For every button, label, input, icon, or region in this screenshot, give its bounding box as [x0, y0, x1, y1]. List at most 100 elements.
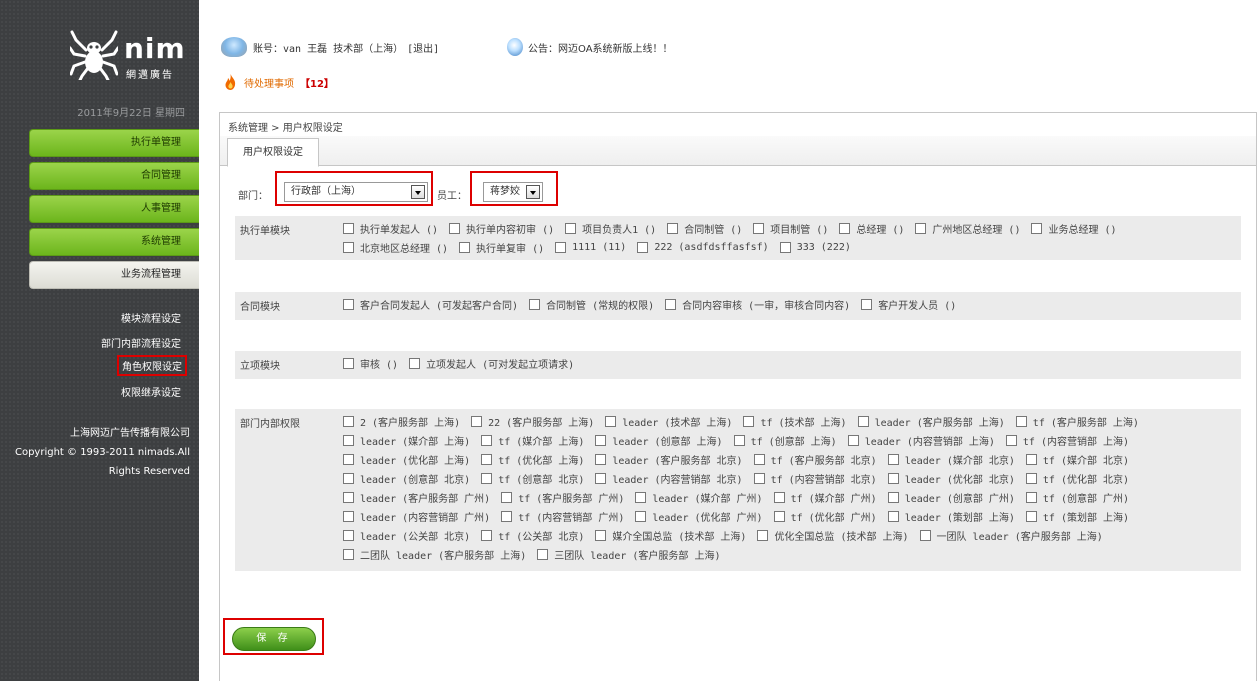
permission-option[interactable]: tf (内容营销部 广州) [501, 508, 624, 524]
permission-checkbox[interactable] [501, 491, 513, 503]
permission-option[interactable]: 三团队 leader (客户服务部 上海) [537, 546, 720, 562]
permission-option[interactable]: 项目制管 () [753, 220, 828, 236]
permission-option[interactable]: leader (策划部 上海) [887, 508, 1015, 524]
permission-checkbox[interactable] [915, 222, 927, 234]
permission-option[interactable]: tf (媒介部 北京) [1025, 451, 1129, 467]
permission-checkbox[interactable] [1015, 415, 1027, 427]
permission-checkbox[interactable] [757, 529, 769, 541]
permission-option[interactable]: 立项发起人 (可对发起立项请求) [409, 355, 574, 371]
logout-link[interactable]: [退出] [407, 40, 439, 55]
permission-option[interactable]: tf (优化部 上海) [481, 451, 584, 467]
permission-checkbox[interactable] [343, 222, 354, 234]
permission-checkbox[interactable] [529, 298, 541, 310]
permission-checkbox[interactable] [667, 222, 679, 234]
permission-checkbox[interactable] [887, 491, 899, 503]
permission-checkbox[interactable] [733, 434, 745, 446]
permission-option[interactable]: 22 (客户服务部 上海) [471, 413, 594, 429]
permission-checkbox[interactable] [343, 241, 354, 253]
permission-checkbox[interactable] [839, 222, 851, 234]
permission-checkbox[interactable] [449, 222, 461, 234]
permission-checkbox[interactable] [665, 298, 677, 310]
permission-checkbox[interactable] [779, 241, 791, 253]
permission-option[interactable]: leader (媒介部 广州) [635, 489, 763, 505]
menu-business-process[interactable]: 业务流程管理 [29, 261, 199, 289]
permission-option[interactable]: leader (内容营销部 广州) [343, 508, 490, 524]
permission-checkbox[interactable] [887, 453, 899, 465]
permission-option[interactable]: 项目负责人1 () [565, 220, 656, 236]
permission-option[interactable]: 1111 (11) [555, 239, 626, 255]
permission-checkbox[interactable] [773, 491, 785, 503]
permission-checkbox[interactable] [753, 472, 765, 484]
permission-checkbox[interactable] [861, 298, 873, 310]
permission-option[interactable]: 合同制管 () [667, 220, 742, 236]
permission-option[interactable]: leader (优化部 广州) [635, 508, 763, 524]
tab-user-permission[interactable]: 用户权限设定 [227, 138, 319, 167]
permission-checkbox[interactable] [595, 472, 607, 484]
permission-checkbox[interactable] [501, 510, 513, 522]
permission-option[interactable]: leader (媒介部 北京) [887, 451, 1015, 467]
permission-checkbox[interactable] [753, 222, 765, 234]
submenu-dept-process[interactable]: 部门内部流程设定 [101, 335, 181, 350]
permission-option[interactable]: leader (内容营销部 上海) [847, 432, 995, 448]
permission-checkbox[interactable] [635, 510, 647, 522]
submenu-module-process[interactable]: 模块流程设定 [121, 310, 181, 325]
permission-checkbox[interactable] [343, 548, 354, 560]
menu-system[interactable]: 系统管理 [29, 228, 199, 256]
permission-checkbox[interactable] [537, 548, 549, 560]
permission-checkbox[interactable] [481, 453, 493, 465]
dept-select[interactable]: 行政部（上海） [284, 182, 428, 202]
menu-hr[interactable]: 人事管理 [29, 195, 199, 223]
permission-checkbox[interactable] [1025, 510, 1037, 522]
permission-checkbox[interactable] [919, 529, 931, 541]
permission-option[interactable]: 业务总经理 () [1031, 220, 1117, 236]
permission-option[interactable]: tf (客户服务部 北京) [753, 451, 877, 467]
permission-checkbox[interactable] [773, 510, 785, 522]
permission-option[interactable]: 执行单发起人 () [343, 220, 438, 236]
permission-checkbox[interactable] [343, 357, 354, 369]
permission-checkbox[interactable] [343, 298, 354, 310]
permission-checkbox[interactable] [887, 472, 899, 484]
permission-option[interactable]: 媒介全国总监 (技术部 上海) [595, 527, 746, 543]
permission-option[interactable]: 客户合同发起人 (可发起客户合同) [343, 296, 518, 312]
menu-contracts[interactable]: 合同管理 [29, 162, 199, 190]
permission-option[interactable]: 333 (222) [779, 239, 851, 255]
permission-option[interactable]: leader (客户服务部 上海) [857, 413, 1005, 429]
permission-option[interactable]: leader (优化部 上海) [343, 451, 470, 467]
permission-checkbox[interactable] [605, 415, 617, 427]
permission-checkbox[interactable] [1005, 434, 1017, 446]
permission-checkbox[interactable] [343, 491, 354, 503]
permission-option[interactable]: tf (创意部 上海) [733, 432, 837, 448]
permission-option[interactable]: tf (优化部 北京) [1025, 470, 1129, 486]
permission-option[interactable]: 客户开发人员 () [861, 296, 956, 312]
permission-option[interactable]: tf (媒介部 上海) [481, 432, 584, 448]
permission-option[interactable]: tf (内容营销部 北京) [753, 470, 877, 486]
permission-checkbox[interactable] [1025, 453, 1037, 465]
permission-option[interactable]: tf (公关部 北京) [481, 527, 584, 543]
permission-option[interactable]: tf (优化部 广州) [773, 508, 877, 524]
permission-option[interactable]: leader (客户服务部 北京) [595, 451, 743, 467]
permission-option[interactable]: leader (技术部 上海) [605, 413, 732, 429]
permission-checkbox[interactable] [481, 472, 493, 484]
permission-option[interactable]: 北京地区总经理 () [343, 239, 448, 255]
submenu-permission-inherit[interactable]: 权限继承设定 [121, 384, 181, 399]
permission-option[interactable]: 222 (asdfdsffasfsf) [637, 239, 769, 255]
permission-option[interactable]: 执行单复审 () [459, 239, 544, 255]
permission-checkbox[interactable] [857, 415, 869, 427]
permission-checkbox[interactable] [459, 241, 471, 253]
permission-option[interactable]: tf (内容营销部 上海) [1005, 432, 1129, 448]
permission-checkbox[interactable] [1031, 222, 1043, 234]
permission-option[interactable]: tf (创意部 北京) [481, 470, 584, 486]
permission-option[interactable]: 审核 () [343, 355, 398, 371]
permission-checkbox[interactable] [635, 491, 647, 503]
permission-option[interactable]: leader (媒介部 上海) [343, 432, 470, 448]
permission-option[interactable]: leader (客户服务部 广州) [343, 489, 490, 505]
permission-option[interactable]: tf (创意部 广州) [1025, 489, 1129, 505]
permission-option[interactable]: leader (内容营销部 北京) [595, 470, 743, 486]
permission-checkbox[interactable] [471, 415, 483, 427]
permission-option[interactable]: leader (优化部 北京) [887, 470, 1015, 486]
permission-checkbox[interactable] [595, 434, 607, 446]
menu-execution-orders[interactable]: 执行单管理 [29, 129, 199, 157]
permission-checkbox[interactable] [343, 472, 354, 484]
permission-checkbox[interactable] [555, 241, 567, 253]
permission-option[interactable]: 广州地区总经理 () [915, 220, 1020, 236]
